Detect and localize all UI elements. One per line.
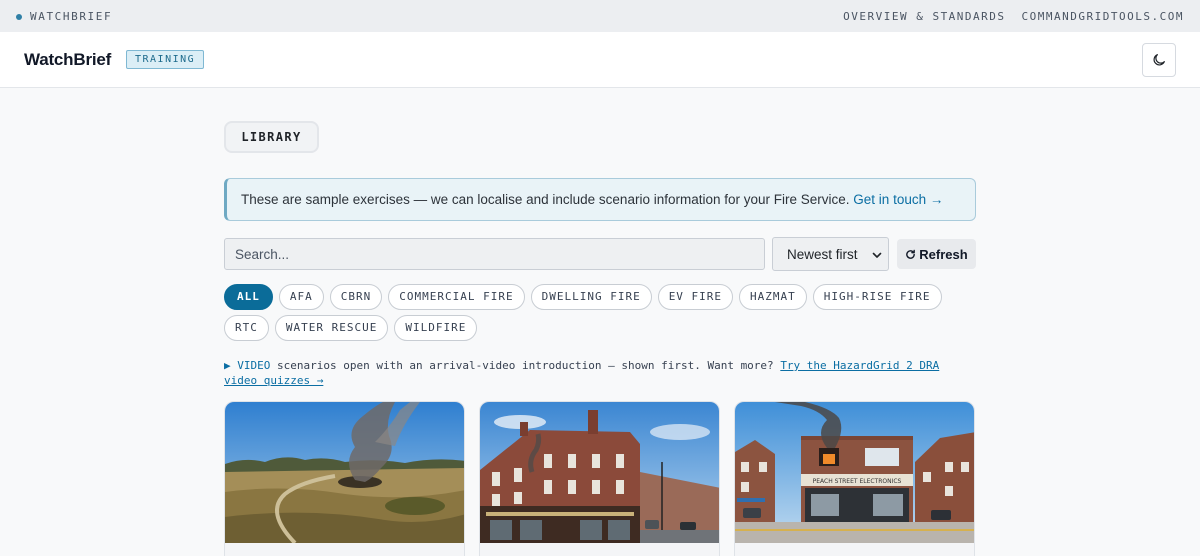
- top-brand-label: WATCHBRIEF: [30, 10, 113, 23]
- filter-chip-commercial-fire[interactable]: COMMERCIAL FIRE: [388, 284, 525, 310]
- wildfire-thumbnail: [225, 402, 464, 543]
- moon-icon: [1153, 54, 1165, 66]
- video-note: ▶ VIDEO scenarios open with an arrival-v…: [224, 358, 976, 388]
- card-footer: [225, 543, 464, 556]
- get-in-touch-link[interactable]: Get in touch →: [853, 192, 943, 207]
- card-footer: [480, 543, 719, 556]
- theme-toggle-button[interactable]: [1142, 43, 1176, 77]
- top-links: OVERVIEW & STANDARDS COMMANDGRIDTOOLS.CO…: [843, 10, 1184, 23]
- app-title[interactable]: WatchBrief: [24, 50, 111, 70]
- filter-chip-afa[interactable]: AFA: [278, 284, 324, 310]
- scenario-card[interactable]: PEACH STREET ELECTRONICS: [734, 401, 975, 556]
- filter-chip-all[interactable]: ALL: [224, 284, 273, 310]
- sort-selected-label: Newest first: [787, 246, 858, 262]
- refresh-label: Refresh: [919, 246, 968, 262]
- shop-fire-thumbnail: PEACH STREET ELECTRONICS: [735, 402, 974, 543]
- filter-chip-water-rescue[interactable]: WATER RESCUE: [274, 315, 389, 341]
- filter-chip-wildfire[interactable]: WILDFIRE: [394, 315, 478, 341]
- search-input[interactable]: [224, 238, 765, 270]
- filter-chip-rtc[interactable]: RTC: [224, 315, 269, 341]
- scenario-card[interactable]: [479, 401, 720, 556]
- brand-dot-icon: [16, 13, 22, 20]
- filter-chip-hazmat[interactable]: HAZMAT: [739, 284, 807, 310]
- top-brand: WATCHBRIEF: [16, 10, 112, 23]
- filter-chip-cbrn[interactable]: CBRN: [329, 284, 383, 310]
- filter-chip-dwelling-fire[interactable]: DWELLING FIRE: [530, 284, 652, 310]
- filter-chip-ev-fire[interactable]: EV FIRE: [657, 284, 734, 310]
- overview-standards-link[interactable]: OVERVIEW & STANDARDS: [843, 10, 1005, 23]
- card-footer: [735, 543, 974, 556]
- filter-chip-high-rise-fire[interactable]: HIGH-RISE FIRE: [812, 284, 942, 310]
- sort-select[interactable]: Newest first: [772, 237, 889, 271]
- library-tab[interactable]: LIBRARY: [224, 121, 319, 153]
- top-strip: WATCHBRIEF OVERVIEW & STANDARDS COMMANDG…: [0, 0, 1200, 32]
- chevron-down-icon: [872, 252, 882, 258]
- corner-building-thumbnail: [480, 402, 719, 543]
- app-header: WatchBrief TRAINING: [0, 32, 1200, 88]
- refresh-icon: [906, 249, 916, 259]
- notice-text: These are sample exercises — we can loca…: [241, 192, 850, 207]
- scenario-card[interactable]: [224, 401, 465, 556]
- sample-notice: These are sample exercises — we can loca…: [224, 178, 976, 221]
- training-badge: TRAINING: [126, 50, 205, 69]
- filter-chips: ALL AFA CBRN COMMERCIAL FIRE DWELLING FI…: [224, 284, 984, 341]
- video-tag: ▶ VIDEO: [224, 359, 271, 372]
- video-note-text: scenarios open with an arrival-video int…: [276, 359, 774, 372]
- commandgridtools-link[interactable]: COMMANDGRIDTOOLS.COM: [1022, 10, 1184, 23]
- refresh-button[interactable]: Refresh: [897, 239, 976, 269]
- svg-text:PEACH STREET ELECTRONICS: PEACH STREET ELECTRONICS: [813, 478, 902, 485]
